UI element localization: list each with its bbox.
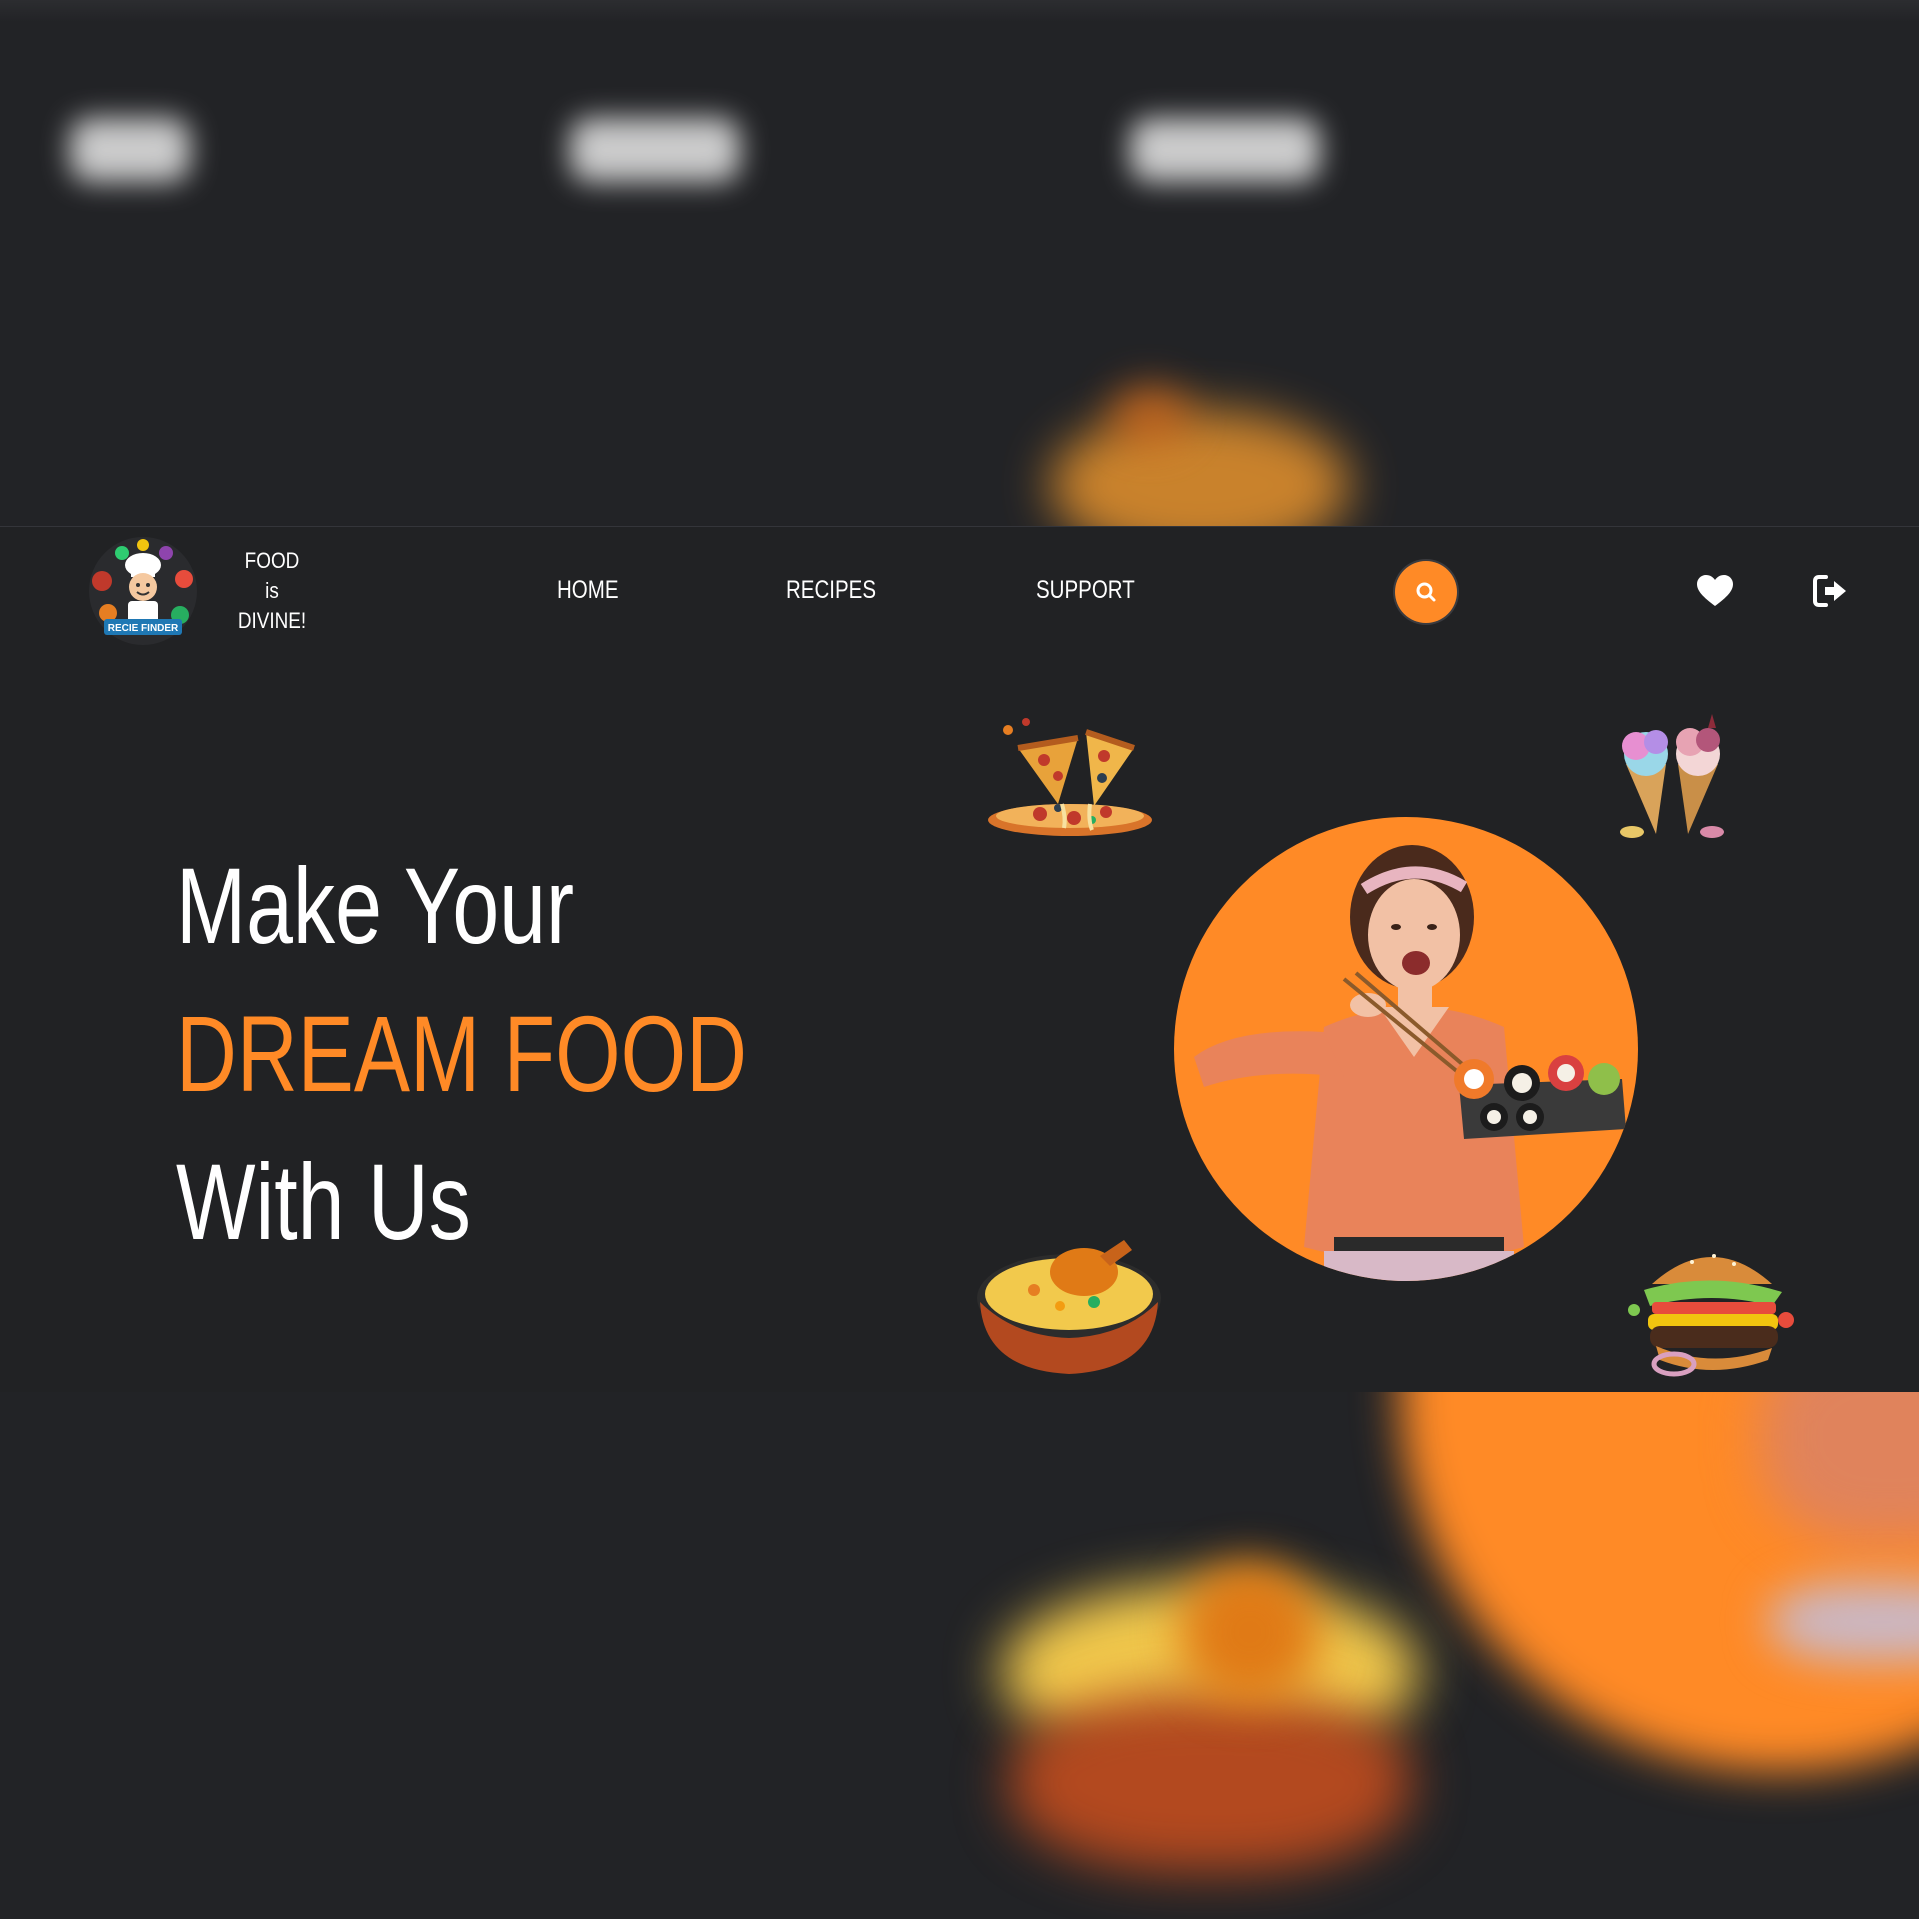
search-icon <box>1416 582 1436 602</box>
ice-cream-image <box>1604 712 1740 847</box>
logout-icon <box>1813 575 1846 607</box>
divider <box>0 526 1919 527</box>
blurred-food-image <box>1050 410 1350 526</box>
burger-image <box>1622 1240 1802 1385</box>
hero-heading-line2: DREAM FOOD <box>176 993 747 1114</box>
biryani-image <box>974 1236 1164 1385</box>
blurred-nav-word <box>1130 118 1320 182</box>
nav-link-support[interactable]: SUPPORT <box>1036 576 1135 605</box>
brand-logo[interactable]: RECIE FINDER <box>84 535 202 647</box>
heart-icon <box>1697 575 1733 606</box>
brand-tagline: FOOD is DIVINE! <box>232 546 312 636</box>
logout-button[interactable] <box>1812 574 1850 613</box>
blurred-backdrop-bottom <box>0 1392 1919 1919</box>
pizza-image <box>978 708 1160 849</box>
woman-with-sushi-image <box>1194 845 1626 1281</box>
blurred-food-image <box>1110 385 1190 445</box>
blurred-nav-word <box>570 118 740 182</box>
hero-person-circle <box>1174 817 1638 1281</box>
search-button[interactable] <box>1395 561 1457 623</box>
favorites-button[interactable] <box>1696 574 1734 613</box>
nav-link-home[interactable]: HOME <box>557 576 619 605</box>
tagline-line: is <box>265 578 279 603</box>
hero-heading-line1: Make Your <box>176 845 575 966</box>
blurred-nav-word <box>70 118 190 182</box>
blurred-biryani-bowl <box>1010 1692 1410 1872</box>
logo-text: RECIE FINDER <box>108 623 179 634</box>
blurred-person <box>1770 1582 1919 1662</box>
blurred-backdrop-top <box>0 0 1919 526</box>
blurred-chicken <box>1180 1562 1320 1702</box>
hero-heading-line3: With Us <box>176 1141 471 1262</box>
tagline-line: FOOD <box>244 548 300 573</box>
tagline-line: DIVINE! <box>237 608 307 633</box>
nav-link-recipes[interactable]: RECIPES <box>786 576 876 605</box>
